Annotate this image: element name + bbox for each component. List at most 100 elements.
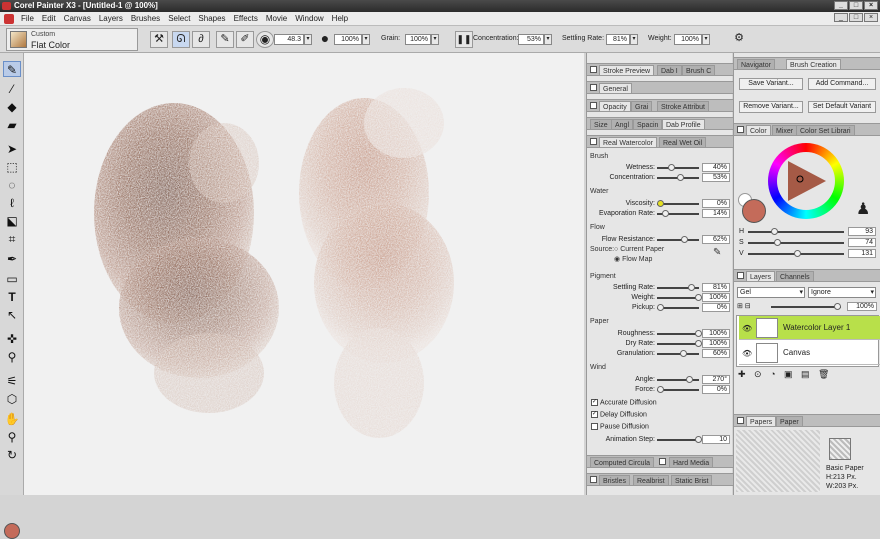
layer-item-watercolor[interactable]: 👁 Watercolor Layer 1 [739,316,880,340]
save-variant-button[interactable]: Save Variant... [739,78,803,90]
tab-general[interactable]: General [599,83,632,94]
main-color-display[interactable] [742,199,766,223]
papers-checkbox[interactable] [737,417,744,424]
main-color-swatch[interactable] [4,523,20,539]
saturation-slider[interactable]: S 74 [734,238,880,248]
menu-help[interactable]: Help [328,14,352,23]
delay-diffusion-checkbox[interactable]: ✓ Delay Diffusion [591,411,647,418]
tab-brush-creation[interactable]: Brush Creation [786,59,841,70]
dodge-icon[interactable]: ⚲ [3,349,21,365]
menu-canvas[interactable]: Canvas [60,14,95,23]
size-field[interactable]: 48.3 [274,34,304,45]
tab-real-wet-oil[interactable]: Real Wet Oil [659,137,707,148]
color-checkbox[interactable] [737,126,744,133]
opacity-field[interactable]: 100% [334,34,362,45]
bristles-checkbox[interactable] [590,476,597,483]
tab-bristles[interactable]: Bristles [599,475,630,486]
wetness-slider[interactable]: Wetness: 40% [587,163,733,173]
panel-checkbox[interactable] [590,66,597,73]
force-slider[interactable]: Force: 0% [587,385,733,395]
tab-color-set-libraries[interactable]: Color Set Librari [796,125,855,136]
tab-brush-c[interactable]: Brush C [682,65,716,76]
tab-hard-media[interactable]: Hard Media [669,457,714,468]
menu-layers[interactable]: Layers [95,14,127,23]
maximize-button[interactable]: □ [849,1,863,10]
menu-movie[interactable]: Movie [262,14,291,23]
minimize-button[interactable]: _ [834,1,848,10]
brush-tool-icon-b[interactable]: ✐ [236,31,254,48]
accurate-diffusion-checkbox[interactable]: ✓ Accurate Diffusion [591,399,657,406]
tab-grain[interactable]: Grai [631,101,653,112]
tab-paper[interactable]: Paper [776,416,803,427]
animation-step-slider[interactable]: Animation Step: 10 [587,435,733,445]
tab-dab[interactable]: Dab I [657,65,682,76]
doc-minimize-button[interactable]: _ [834,13,848,22]
tab-opacity[interactable]: Opacity [599,101,631,112]
color-triangle[interactable] [782,157,830,205]
eye-icon[interactable]: 👁 [742,324,752,333]
angle-slider[interactable]: Angle: 270° [587,375,733,385]
dropper-tool-icon[interactable]: ⁄ [3,81,21,97]
cloner-icon[interactable]: ✜ [3,331,21,347]
canvas[interactable] [24,53,584,495]
rectangle-shape-icon[interactable]: ▭ [3,271,21,287]
doc-close-button[interactable]: × [864,13,878,22]
eraser-icon[interactable]: ▰ [3,117,21,133]
color-stamp-icon[interactable]: ♟ [856,199,870,219]
hard-media-checkbox[interactable] [659,458,666,465]
tab-color[interactable]: Color [746,125,771,136]
lasso-icon[interactable]: ℓ [3,195,21,211]
eye-icon[interactable]: 👁 [742,349,752,358]
close-button[interactable]: × [864,1,878,10]
magnifier-icon[interactable]: ⚲ [3,429,21,445]
menu-select[interactable]: Select [164,14,194,23]
concentration-field[interactable]: 53% [518,34,544,45]
menu-edit[interactable]: Edit [38,14,60,23]
text-tool-icon[interactable]: T [3,289,21,305]
grabber-hand-icon[interactable]: ✋ [3,411,21,427]
settling-rate-slider[interactable]: Settling Rate: 81% [587,283,733,293]
layer-actions-icons[interactable]: ✚ ⊙ ◔ ▣ ▤ 🗑 [738,369,832,379]
pen-tool-icon[interactable]: ✒ [3,251,21,267]
tab-navigator[interactable]: Navigator [737,59,775,70]
paper-texture-preview[interactable] [736,430,820,492]
menu-shapes[interactable]: Shapes [194,14,229,23]
layers-checkbox[interactable] [737,272,744,279]
paint-bucket-icon[interactable]: ◆ [3,99,21,115]
roughness-slider[interactable]: Roughness: 100% [587,329,733,339]
hue-slider[interactable]: H 93 [734,227,880,237]
tab-mixer[interactable]: Mixer [772,125,798,136]
transform-icon[interactable]: ⬕ [3,213,21,229]
general-checkbox[interactable] [590,84,597,91]
perspective-icon[interactable]: ⬡ [3,391,21,407]
settling-rate-field[interactable]: 81% [606,34,630,45]
layer-item-canvas[interactable]: 👁 Canvas [739,341,880,365]
brush-tool-icon-a[interactable]: ✎ [216,31,234,48]
pause-diffusion-checkbox[interactable]: Pause Diffusion [591,423,649,430]
composite-method-select[interactable]: Gel ▾ [737,287,805,298]
settling-rate-dropdown[interactable]: ▾ [630,34,638,45]
rect-select-icon[interactable]: ⬚ [3,159,21,175]
grain-field[interactable]: 100% [405,34,431,45]
tab-realbristle[interactable]: Realbrist [633,475,669,486]
doc-maximize-button[interactable]: □ [849,13,863,22]
weight-slider[interactable]: Weight: 100% [587,293,733,303]
freehand-stroke-icon[interactable]: ᘏ [172,31,190,48]
weight-field[interactable]: 100% [674,34,702,45]
tab-size[interactable]: Size [590,119,612,130]
value-slider[interactable]: V 131 [734,249,880,259]
granulation-slider[interactable]: Granulation: 60% [587,349,733,359]
pause-icon[interactable]: ❚❚ [455,31,473,48]
straight-stroke-icon[interactable]: ∂ [192,31,210,48]
mirror-icon[interactable]: ⚟ [3,373,21,389]
menu-effects[interactable]: Effects [230,14,262,23]
grain-dropdown[interactable]: ▾ [431,34,439,45]
brush-selector[interactable]: Custom Flat Color [6,28,138,51]
opacity-checkbox[interactable] [590,102,597,109]
set-default-variant-button[interactable]: Set Default Variant [808,101,876,113]
tab-papers[interactable]: Papers [746,416,777,427]
concentration-dropdown[interactable]: ▾ [544,34,552,45]
brush-settings-icon[interactable]: ⚙ [730,31,748,48]
brush-tool-icon[interactable]: ✎ [3,61,21,77]
source-flow-map[interactable]: ◉ Flow Map [614,255,652,263]
